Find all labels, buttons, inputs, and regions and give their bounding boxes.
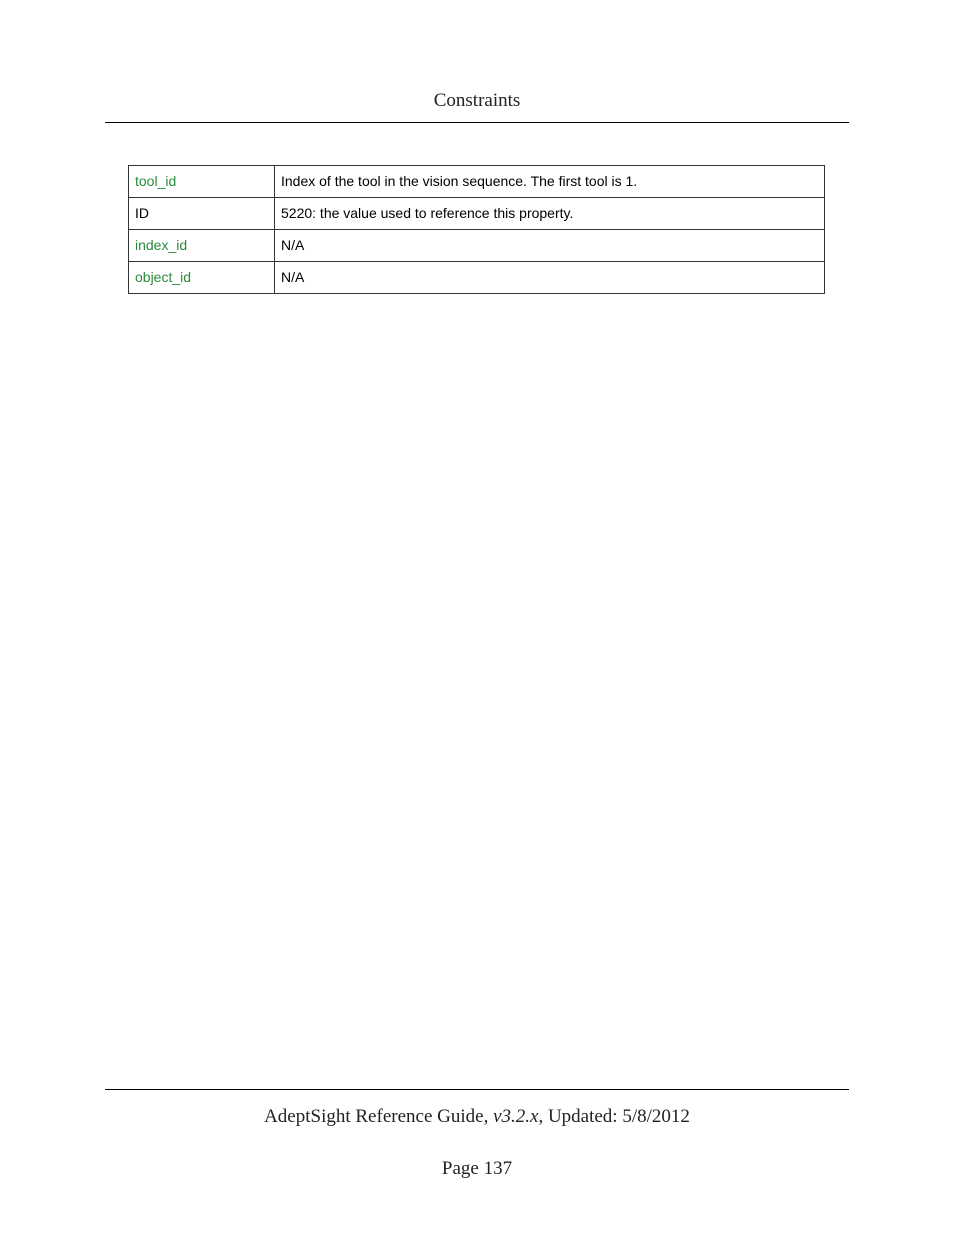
table-row: tool_id Index of the tool in the vision … (129, 166, 825, 198)
table-cell-key: index_id (129, 229, 275, 261)
footer-divider (105, 1089, 849, 1090)
page-header-title: Constraints (105, 90, 849, 112)
properties-table: tool_id Index of the tool in the vision … (128, 165, 825, 294)
table-row: index_id N/A (129, 229, 825, 261)
footer-page-number: Page 137 (105, 1158, 849, 1180)
table-cell-key: ID (129, 197, 275, 229)
table-row: object_id N/A (129, 261, 825, 293)
table-cell-value: Index of the tool in the vision sequence… (275, 166, 825, 198)
header-divider (105, 122, 849, 123)
table-cell-value: N/A (275, 261, 825, 293)
table-cell-value: 5220: the value used to reference this p… (275, 197, 825, 229)
table-cell-key: tool_id (129, 166, 275, 198)
footer-version: , v3.2.x (484, 1106, 539, 1127)
footer-updated-date: 5/8/2012 (622, 1106, 690, 1127)
footer-updated-label: , Updated: (538, 1106, 622, 1127)
footer-reference-line: AdeptSight Reference Guide, v3.2.x, Upda… (105, 1106, 849, 1128)
table-cell-key: object_id (129, 261, 275, 293)
table-row: ID 5220: the value used to reference thi… (129, 197, 825, 229)
table-cell-value: N/A (275, 229, 825, 261)
page-footer: AdeptSight Reference Guide, v3.2.x, Upda… (105, 1089, 849, 1180)
footer-guide-name: AdeptSight Reference Guide (264, 1106, 483, 1127)
